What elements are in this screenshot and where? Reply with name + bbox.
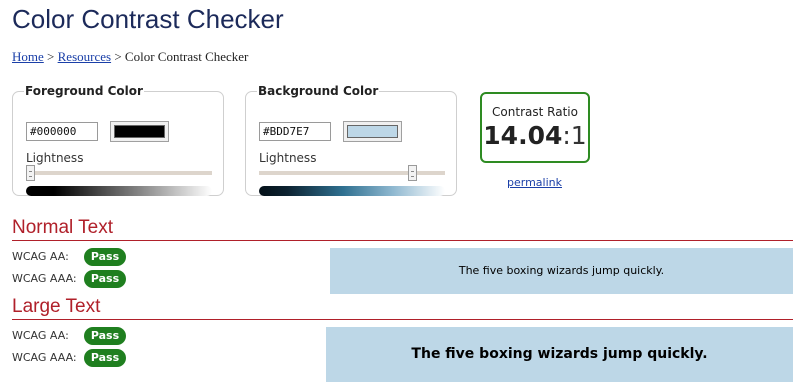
foreground-color-panel: Foreground Color Lightness xyxy=(12,84,224,196)
contrast-ratio-label: Contrast Ratio xyxy=(492,105,578,119)
foreground-legend: Foreground Color xyxy=(25,84,143,98)
page-title: Color Contrast Checker xyxy=(12,4,284,34)
foreground-lightness-slider[interactable] xyxy=(26,165,212,181)
contrast-ratio-box: Contrast Ratio 14.04:1 xyxy=(480,92,590,163)
large-text-sample: The five boxing wizards jump quickly. xyxy=(326,327,793,382)
large-aa-row: WCAG AA: Pass xyxy=(12,327,126,345)
foreground-lightness-label: Lightness xyxy=(26,151,84,165)
background-swatch xyxy=(347,125,398,138)
foreground-color-picker[interactable] xyxy=(110,121,169,142)
wcag-aa-label: WCAG AA: xyxy=(12,329,69,342)
background-lightness-gradient xyxy=(259,186,445,196)
large-aaa-row: WCAG AAA: Pass xyxy=(12,349,126,367)
background-color-picker[interactable] xyxy=(343,121,402,142)
wcag-aaa-label: WCAG AAA: xyxy=(12,351,77,364)
contrast-ratio-number: 14.04 xyxy=(483,121,563,150)
normal-text-divider xyxy=(12,240,793,241)
wcag-aaa-label: WCAG AAA: xyxy=(12,272,77,285)
normal-aaa-row: WCAG AAA: Pass xyxy=(12,270,126,288)
large-text-heading: Large Text xyxy=(12,296,101,317)
background-legend: Background Color xyxy=(258,84,379,98)
normal-text-sample: The five boxing wizards jump quickly. xyxy=(330,248,793,294)
breadcrumb-separator: > xyxy=(47,49,55,64)
breadcrumb-current: Color Contrast Checker xyxy=(124,49,249,64)
breadcrumb-home-link[interactable]: Home xyxy=(12,49,44,64)
normal-text-heading: Normal Text xyxy=(12,217,114,238)
breadcrumb-separator: > xyxy=(114,49,122,64)
foreground-swatch xyxy=(114,125,165,138)
contrast-ratio-value: 14.04:1 xyxy=(482,121,588,150)
contrast-ratio-suffix: :1 xyxy=(562,121,587,150)
background-lightness-slider[interactable] xyxy=(259,165,445,181)
large-aa-pass-badge: Pass xyxy=(84,327,126,345)
foreground-lightness-gradient xyxy=(26,186,212,196)
large-text-divider xyxy=(12,319,793,320)
large-aaa-pass-badge: Pass xyxy=(84,349,126,367)
normal-aaa-pass-badge: Pass xyxy=(84,270,126,288)
background-lightness-label: Lightness xyxy=(259,151,317,165)
breadcrumb: Home > Resources > Color Contrast Checke… xyxy=(12,49,248,65)
background-slider-thumb[interactable] xyxy=(408,165,417,181)
foreground-slider-thumb[interactable] xyxy=(26,165,35,181)
breadcrumb-resources-link[interactable]: Resources xyxy=(58,49,111,64)
wcag-aa-label: WCAG AA: xyxy=(12,250,69,263)
normal-aa-pass-badge: Pass xyxy=(84,248,126,266)
background-hex-input[interactable] xyxy=(259,122,331,141)
normal-aa-row: WCAG AA: Pass xyxy=(12,248,126,266)
foreground-hex-input[interactable] xyxy=(26,122,98,141)
permalink-link[interactable]: permalink xyxy=(507,176,562,189)
background-color-panel: Background Color Lightness xyxy=(245,84,457,196)
